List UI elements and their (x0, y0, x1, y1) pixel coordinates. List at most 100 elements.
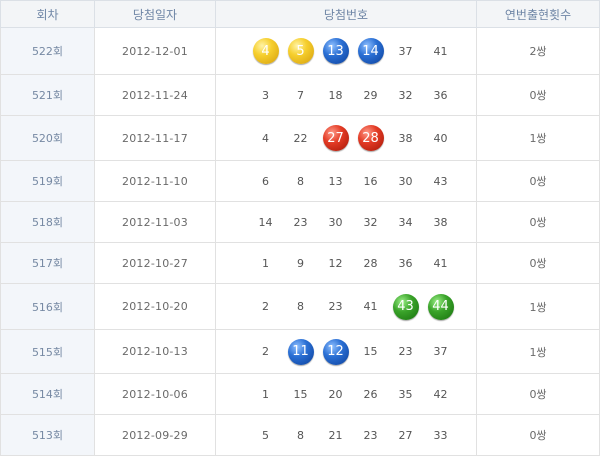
red-number-ball: 28 (357, 125, 384, 151)
date-cell: 2012-09-29 (94, 414, 216, 456)
number-text: 29 (363, 88, 378, 102)
number-slot: 8 (283, 167, 318, 195)
header-count: 연번출현횟수 (476, 0, 600, 28)
number-text: 21 (328, 428, 343, 442)
number-text: 14 (258, 215, 273, 229)
number-text: 7 (297, 88, 304, 102)
number-slot: 18 (318, 81, 353, 109)
table-row: 520회 2012-11-17 4 22 27 28 38 40 1쌍 (0, 115, 600, 161)
number-slot: 37 (388, 37, 423, 65)
number-slot: 27 (388, 421, 423, 449)
number-slot: 8 (283, 421, 318, 449)
number-slot: 40 (423, 124, 458, 152)
number-text: 41 (433, 256, 448, 270)
round-cell: 516회 (0, 283, 95, 330)
number-text: 35 (398, 387, 413, 401)
date-cell: 2012-11-24 (94, 74, 216, 116)
number-text: 23 (328, 300, 343, 313)
winning-numbers: 2 11 12 15 23 37 (230, 338, 476, 366)
number-slot: 21 (318, 421, 353, 449)
date-cell: 2012-12-01 (94, 27, 216, 75)
number-slot: 5 (248, 421, 283, 449)
number-slot: 22 (283, 124, 318, 152)
number-text: 20 (328, 387, 343, 401)
number-slot: 32 (353, 208, 388, 236)
numbers-cell: 4 22 27 28 38 40 (215, 115, 477, 161)
results-body: 522회 2012-12-01 4 5 13 14 37 41 2쌍 521회 2012-11-24… (0, 27, 600, 456)
number-slot: 2 (248, 338, 283, 366)
number-text: 8 (297, 300, 304, 313)
number-text: 30 (398, 174, 413, 188)
number-text: 23 (398, 345, 413, 358)
number-slot: 9 (283, 249, 318, 277)
date-cell: 2012-11-03 (94, 201, 216, 243)
table-row: 517회 2012-10-27 1 9 12 28 36 41 0쌍 (0, 242, 600, 284)
blue-number-ball: 13 (322, 38, 349, 64)
number-slot: 30 (318, 208, 353, 236)
numbers-cell: 3 7 18 29 32 36 (215, 74, 477, 116)
consecutive-count-cell: 0쌍 (476, 201, 600, 243)
table-row: 514회 2012-10-06 1 15 20 26 35 42 0쌍 (0, 373, 600, 415)
number-text: 13 (328, 174, 343, 188)
number-slot: 7 (283, 81, 318, 109)
round-cell: 519회 (0, 160, 95, 202)
date-cell: 2012-10-06 (94, 373, 216, 415)
number-text: 1 (262, 256, 269, 270)
number-slot: 13 (318, 37, 353, 65)
number-slot: 28 (353, 249, 388, 277)
number-slot: 41 (423, 37, 458, 65)
number-slot: 35 (388, 380, 423, 408)
number-text: 28 (363, 256, 378, 270)
numbers-cell: 1 9 12 28 36 41 (215, 242, 477, 284)
number-text: 41 (363, 300, 378, 313)
number-slot: 14 (248, 208, 283, 236)
consecutive-count-cell: 0쌍 (476, 160, 600, 202)
winning-numbers: 4 22 27 28 38 40 (230, 124, 476, 152)
number-text: 12 (328, 256, 343, 270)
number-slot: 23 (388, 338, 423, 366)
consecutive-count-cell: 0쌍 (476, 242, 600, 284)
number-slot: 30 (388, 167, 423, 195)
winning-numbers: 2 8 23 41 43 44 (230, 293, 476, 321)
round-cell: 520회 (0, 115, 95, 161)
number-text: 15 (363, 345, 378, 358)
date-cell: 2012-10-13 (94, 329, 216, 374)
number-slot: 34 (388, 208, 423, 236)
date-cell: 2012-11-10 (94, 160, 216, 202)
numbers-cell: 2 11 12 15 23 37 (215, 329, 477, 374)
number-slot: 32 (388, 81, 423, 109)
number-text: 22 (293, 131, 308, 145)
blue-number-ball: 12 (322, 338, 349, 365)
round-cell: 515회 (0, 329, 95, 374)
date-cell: 2012-10-20 (94, 283, 216, 330)
number-slot: 6 (248, 167, 283, 195)
number-text: 36 (398, 256, 413, 270)
blue-number-ball: 14 (357, 38, 384, 64)
number-slot: 29 (353, 81, 388, 109)
number-slot: 23 (353, 421, 388, 449)
yellow-number-ball: 4 (252, 38, 279, 64)
table-row: 516회 2012-10-20 2 8 23 41 43 44 1쌍 (0, 283, 600, 330)
winning-numbers: 4 5 13 14 37 41 (230, 37, 476, 65)
number-slot: 44 (423, 293, 458, 321)
round-cell: 517회 (0, 242, 95, 284)
number-slot: 38 (388, 124, 423, 152)
round-cell: 521회 (0, 74, 95, 116)
winning-numbers: 3 7 18 29 32 36 (230, 81, 476, 109)
consecutive-count-cell: 0쌍 (476, 373, 600, 415)
round-cell: 514회 (0, 373, 95, 415)
consecutive-count-cell: 1쌍 (476, 329, 600, 374)
number-slot: 41 (353, 293, 388, 321)
number-slot: 42 (423, 380, 458, 408)
table-row: 519회 2012-11-10 6 8 13 16 30 43 0쌍 (0, 160, 600, 202)
number-slot: 1 (248, 380, 283, 408)
number-slot: 12 (318, 338, 353, 366)
number-text: 38 (398, 131, 413, 145)
number-slot: 14 (353, 37, 388, 65)
consecutive-count-cell: 1쌍 (476, 283, 600, 330)
number-slot: 8 (283, 293, 318, 321)
number-slot: 33 (423, 421, 458, 449)
number-text: 43 (433, 174, 448, 188)
number-text: 18 (328, 88, 343, 102)
number-slot: 43 (388, 293, 423, 321)
